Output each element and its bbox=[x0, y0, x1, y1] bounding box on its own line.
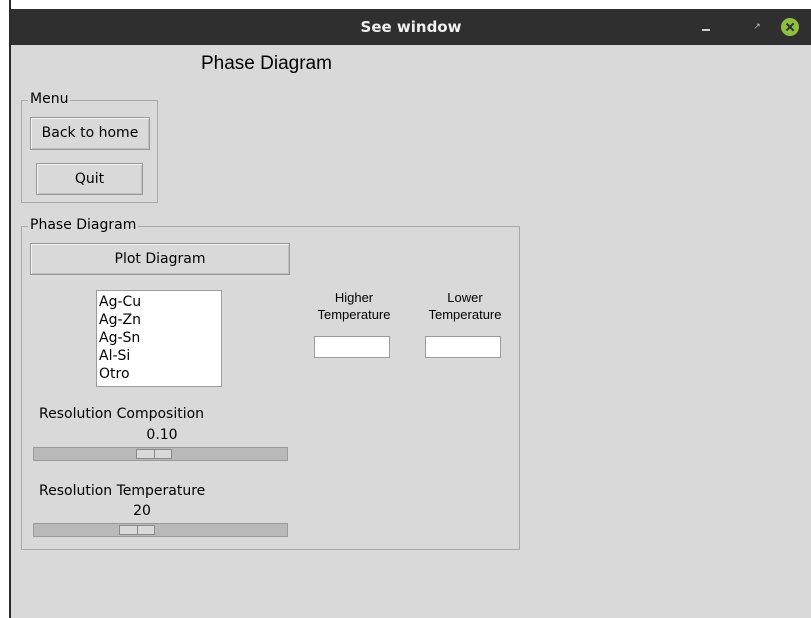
resolution-temperature-slider-handle[interactable] bbox=[119, 525, 155, 535]
list-item[interactable]: Otro bbox=[99, 365, 221, 383]
list-item[interactable]: Al-Si bbox=[99, 347, 221, 365]
window-title: See window bbox=[360, 18, 462, 36]
lower-label-line2: Temperature bbox=[428, 307, 502, 322]
lower-temperature-label: Lower Temperature bbox=[415, 289, 515, 323]
higher-label-line1: Higher bbox=[334, 290, 374, 305]
resolution-temperature-label: Resolution Temperature bbox=[39, 483, 206, 499]
title-bar: See window ↗ bbox=[11, 9, 811, 45]
menu-group: Menu Back to home Quit bbox=[21, 91, 158, 203]
resolution-composition-value: 0.10 bbox=[146, 427, 178, 443]
list-item[interactable]: Ag-Zn bbox=[99, 311, 221, 329]
quit-button[interactable]: Quit bbox=[36, 163, 143, 195]
list-item[interactable]: Ag-Sn bbox=[99, 329, 221, 347]
higher-temperature-input[interactable] bbox=[314, 336, 390, 358]
back-to-home-button[interactable]: Back to home bbox=[30, 117, 150, 150]
minimize-icon[interactable] bbox=[698, 19, 714, 35]
resolution-composition-slider-handle[interactable] bbox=[136, 449, 172, 459]
alloy-listbox[interactable]: Ag-Cu Ag-Zn Ag-Sn Al-Si Otro bbox=[96, 290, 222, 387]
list-item[interactable]: Ag-Cu bbox=[99, 293, 221, 311]
phase-diagram-legend: Phase Diagram bbox=[28, 217, 139, 233]
left-edge bbox=[0, 0, 11, 618]
app-window: See window ↗ Phase Diagram Menu Back to … bbox=[11, 9, 811, 618]
menu-legend: Menu bbox=[28, 91, 71, 107]
close-icon[interactable] bbox=[781, 18, 799, 36]
plot-diagram-button[interactable]: Plot Diagram bbox=[30, 243, 290, 275]
higher-label-line2: Temperature bbox=[317, 307, 391, 322]
lower-temperature-input[interactable] bbox=[425, 336, 501, 358]
page-title: Phase Diagram bbox=[201, 53, 332, 74]
resolution-temperature-value: 20 bbox=[133, 503, 151, 519]
resolution-composition-slider[interactable] bbox=[33, 447, 288, 461]
resolution-temperature-slider[interactable] bbox=[33, 523, 288, 537]
phase-diagram-group: Phase Diagram Plot Diagram Ag-Cu Ag-Zn A… bbox=[21, 217, 520, 550]
maximize-icon[interactable]: ↗ bbox=[749, 19, 765, 35]
lower-label-line1: Lower bbox=[447, 290, 483, 305]
resolution-composition-label: Resolution Composition bbox=[39, 406, 205, 422]
higher-temperature-label: Higher Temperature bbox=[304, 289, 404, 323]
